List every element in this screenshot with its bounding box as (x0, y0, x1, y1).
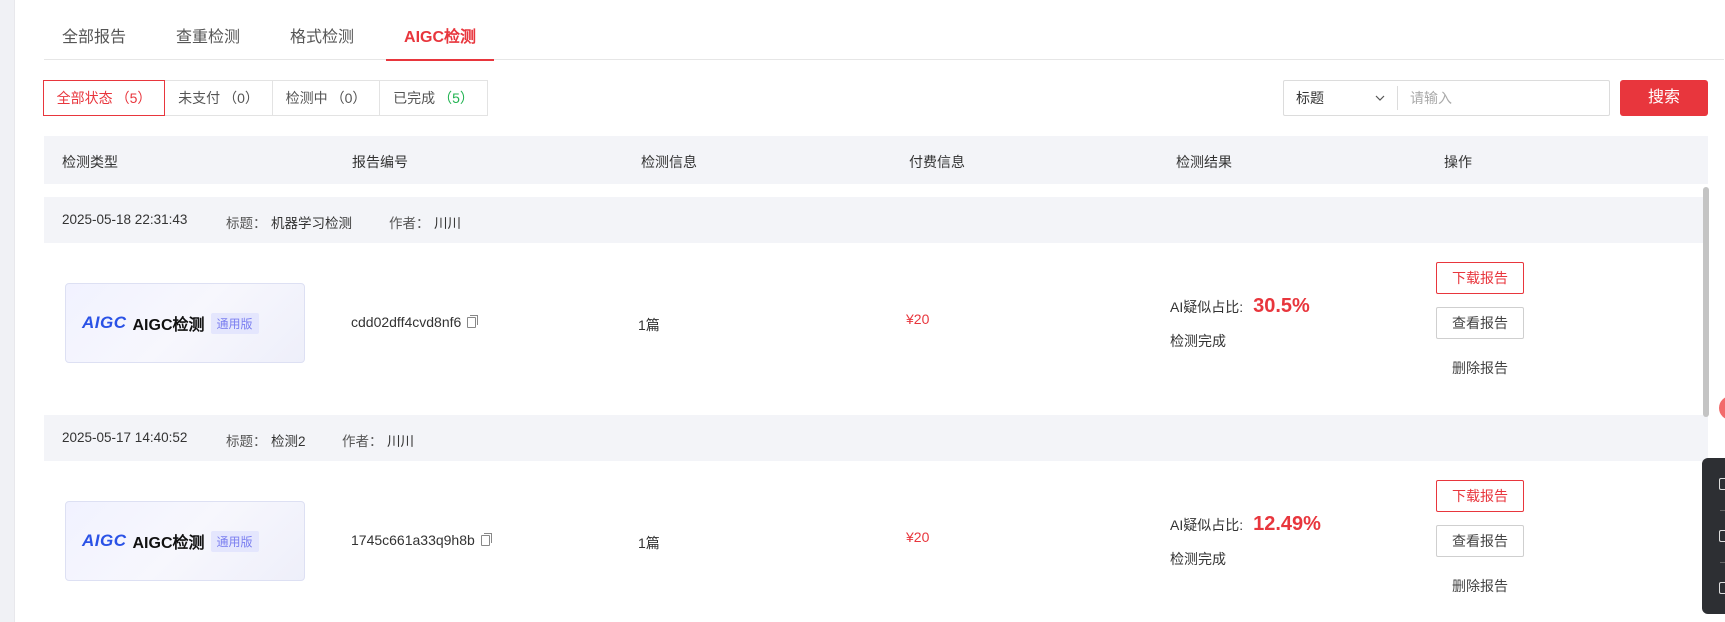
side-toolbar-item[interactable] (1702, 510, 1725, 562)
search-button[interactable]: 搜索 (1620, 80, 1708, 116)
card-title: AIGC检测 (132, 535, 205, 552)
side-toolbar (1702, 458, 1725, 614)
ai-ratio-label: AI疑似占比: (1170, 517, 1244, 533)
column-header-payment: 付费信息 (909, 154, 965, 170)
record-datetime: 2025-05-17 14:40:52 (62, 430, 188, 445)
filter-all-status[interactable]: 全部状态 （5） (43, 80, 165, 116)
filter-checking[interactable]: 检测中 （0） (272, 80, 380, 116)
filter-label: 检测中 (285, 90, 328, 106)
report-id: cdd02dff4cvd8nf6 (351, 314, 462, 330)
record-title-label: 标题： (226, 434, 267, 449)
record-author-label: 作者： (342, 434, 383, 449)
tab-all-reports[interactable]: 全部报告 (44, 0, 144, 60)
side-toolbar-item[interactable] (1702, 562, 1725, 614)
copy-icon[interactable] (467, 314, 479, 328)
record-title: 机器学习检测 (271, 216, 352, 231)
record-header: 2025-05-17 14:40:52 标题： 检测2 作者： 川川 (44, 415, 1708, 461)
price: ¥20 (906, 311, 930, 327)
record-datetime: 2025-05-18 22:31:43 (62, 212, 188, 227)
aigc-logo: AIGC (82, 313, 127, 332)
delete-report-link[interactable]: 删除报告 (1436, 358, 1524, 378)
record-author-label: 作者： (389, 216, 430, 231)
view-report-button[interactable]: 查看报告 (1436, 525, 1524, 557)
tab-format-check[interactable]: 格式检测 (272, 0, 372, 60)
aigc-type-card: AIGC AIGC检测 通用版 (65, 501, 305, 581)
price: ¥20 (906, 529, 930, 545)
filter-count: （0） (330, 90, 367, 106)
ai-ratio: AI疑似占比: 12.49% (1170, 513, 1321, 536)
report-id: 1745c661a33q9h8b (351, 532, 475, 548)
report-id-cell: cdd02dff4cvd8nf6 (351, 314, 479, 330)
search-box: 标题 (1283, 80, 1610, 116)
column-header-type: 检测类型 (62, 154, 118, 170)
status-text: 检测完成 (1170, 551, 1226, 567)
toolbar-icon (1719, 478, 1725, 490)
ai-ratio-value: 30.5% (1253, 295, 1310, 317)
filter-count: （5） (115, 90, 152, 106)
download-report-button[interactable]: 下载报告 (1436, 480, 1524, 512)
column-header-result: 检测结果 (1176, 154, 1232, 170)
ai-ratio-label: AI疑似占比: (1170, 299, 1244, 315)
column-header-report-id: 报告编号 (352, 154, 408, 170)
filter-count: （5） (438, 90, 474, 106)
detection-info: 1篇 (638, 317, 660, 333)
floating-help-icon[interactable] (1719, 396, 1725, 420)
filter-completed[interactable]: 已完成 （5） (379, 80, 488, 116)
column-header-actions: 操作 (1444, 154, 1472, 170)
filter-label: 未支付 (178, 90, 221, 106)
record-title-label: 标题： (226, 216, 267, 231)
ai-ratio: AI疑似占比: 30.5% (1170, 295, 1310, 318)
filter-unpaid[interactable]: 未支付 （0） (164, 80, 273, 116)
scrollbar-thumb[interactable] (1703, 187, 1709, 417)
record-title: 检测2 (271, 434, 306, 449)
status-filter-group: 全部状态 （5） 未支付 （0） 检测中 （0） 已完成 （5） (43, 80, 488, 116)
chevron-down-icon (1375, 95, 1385, 101)
delete-report-link[interactable]: 删除报告 (1436, 576, 1524, 596)
aigc-type-card: AIGC AIGC检测 通用版 (65, 283, 305, 363)
detection-info: 1篇 (638, 535, 660, 551)
card-title: AIGC检测 (132, 317, 205, 334)
filter-count: （0） (223, 90, 259, 106)
card-edition-badge: 通用版 (210, 530, 259, 552)
report-page: 全部报告 查重检测 格式检测 AIGC检测 全部状态 （5） 未支付 （0） 检测中… (15, 0, 1724, 622)
search-field-select[interactable]: 标题 (1284, 86, 1398, 110)
report-id-cell: 1745c661a33q9h8b (351, 532, 492, 548)
side-toolbar-item[interactable] (1702, 458, 1725, 510)
record-author: 川川 (387, 434, 414, 449)
copy-icon[interactable] (480, 532, 492, 546)
record-header: 2025-05-18 22:31:43 标题： 机器学习检测 作者： 川川 (44, 197, 1708, 243)
tab-plagiarism-check[interactable]: 查重检测 (158, 0, 258, 60)
filter-label: 全部状态 (56, 90, 113, 106)
ai-ratio-value: 12.49% (1253, 513, 1321, 535)
search-field-value: 标题 (1296, 90, 1324, 106)
toolbar-icon (1719, 582, 1725, 594)
view-report-button[interactable]: 查看报告 (1436, 307, 1524, 339)
status-text: 检测完成 (1170, 333, 1226, 349)
toolbar-icon (1719, 530, 1725, 542)
record-author: 川川 (434, 216, 461, 231)
column-header-info: 检测信息 (641, 154, 697, 170)
search-input[interactable] (1398, 83, 1609, 113)
table-header: 检测类型 报告编号 检测信息 付费信息 检测结果 操作 (44, 136, 1708, 184)
tab-aigc-check[interactable]: AIGC检测 (386, 0, 495, 61)
card-edition-badge: 通用版 (210, 312, 259, 334)
download-report-button[interactable]: 下载报告 (1436, 262, 1524, 294)
left-gutter (0, 0, 15, 622)
aigc-logo: AIGC (82, 531, 127, 550)
report-type-tabs: 全部报告 查重检测 格式检测 AIGC检测 (44, 0, 1724, 61)
filter-label: 已完成 (393, 90, 436, 106)
